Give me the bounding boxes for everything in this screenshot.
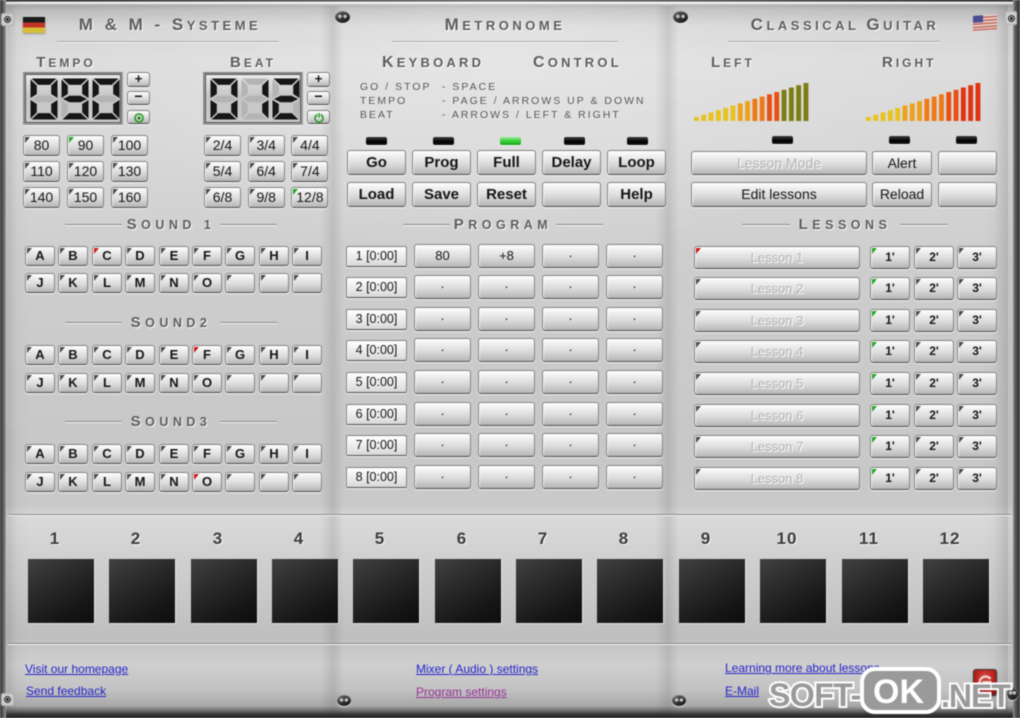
svg-text:.NET: .NET bbox=[941, 678, 1011, 714]
svg-text:SOFT-: SOFT- bbox=[769, 677, 861, 713]
svg-text:OK: OK bbox=[873, 673, 924, 711]
